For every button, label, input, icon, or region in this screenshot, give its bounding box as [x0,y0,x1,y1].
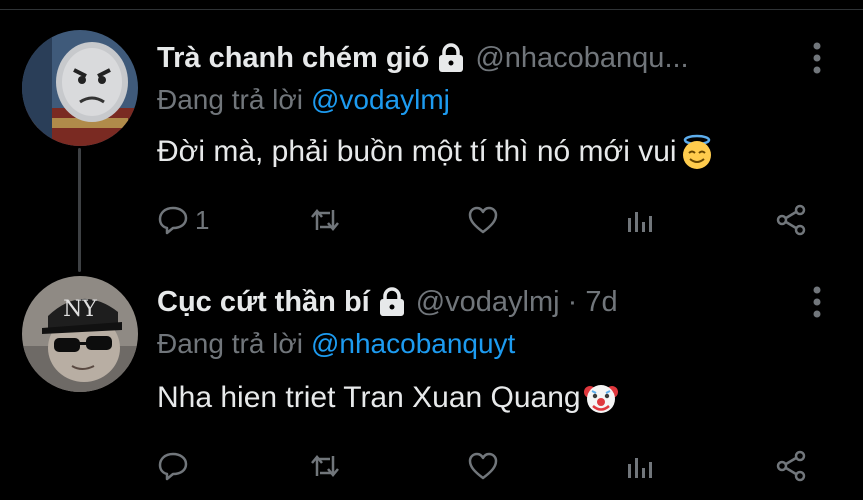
share-icon [776,450,806,482]
share-button[interactable] [775,202,807,238]
analytics-icon [628,458,652,478]
reply-icon [158,206,188,235]
replying-to-label: Đang trả lời [157,328,303,359]
username-handle[interactable]: @vodaylmj · 7d [416,286,618,319]
reply-count: 1 [195,204,210,235]
share-button[interactable] [775,448,807,484]
share-icon [776,204,806,236]
analytics-icon [628,212,652,232]
tweet-actions: 1 [157,202,817,238]
retweet-icon [311,209,339,231]
reply-button[interactable] [157,448,195,484]
heart-icon [468,452,498,480]
display-name[interactable]: Cục cứt thần bí [157,286,370,319]
more-options-icon[interactable] [805,282,829,322]
like-button[interactable] [467,202,499,238]
more-options-icon[interactable] [805,38,829,78]
retweet-button[interactable] [309,202,341,238]
mention-link[interactable]: @vodaylmj [311,84,450,115]
lock-icon [378,287,406,317]
avatar[interactable] [22,30,138,146]
retweet-icon [311,455,339,477]
avatar[interactable]: NY [22,276,138,392]
display-name[interactable]: Trà chanh chém gió [157,42,429,75]
lock-icon [437,43,465,73]
heart-icon [468,206,498,234]
reply-icon [158,452,188,481]
tweet-header: Trà chanh chém gió @nhacobanqu... [157,38,689,78]
replying-to-label: Đang trả lời [157,84,303,115]
tweet-header: Cục cứt thần bí @vodaylmj · 7d [157,282,618,322]
retweet-button[interactable] [309,448,341,484]
smiling-face-with-halo-icon [679,134,715,170]
analytics-button[interactable] [623,202,655,238]
thread-connector-line [78,148,81,272]
tweet-text: Đời mà, phải buồn một tí thì nó mới vui [157,134,715,170]
clown-face-icon [583,380,619,416]
tweet-text-content: Đời mà, phải buồn một tí thì nó mới vui [157,135,677,168]
replying-to: Đang trả lời @nhacobanquyt [157,328,515,360]
analytics-button[interactable] [623,448,655,484]
mention-link[interactable]: @nhacobanquyt [311,328,515,359]
tweet-actions [157,448,817,484]
replying-to: Đang trả lời @vodaylmj [157,84,450,116]
top-divider [0,9,863,10]
like-button[interactable] [467,448,499,484]
username-handle[interactable]: @nhacobanqu... [475,42,688,75]
tweet-text: Nha hien triet Tran Xuan Quang [157,380,619,416]
reply-button[interactable]: 1 [157,202,209,238]
tweet-text-content: Nha hien triet Tran Xuan Quang [157,381,581,414]
svg-text:NY: NY [63,297,97,322]
